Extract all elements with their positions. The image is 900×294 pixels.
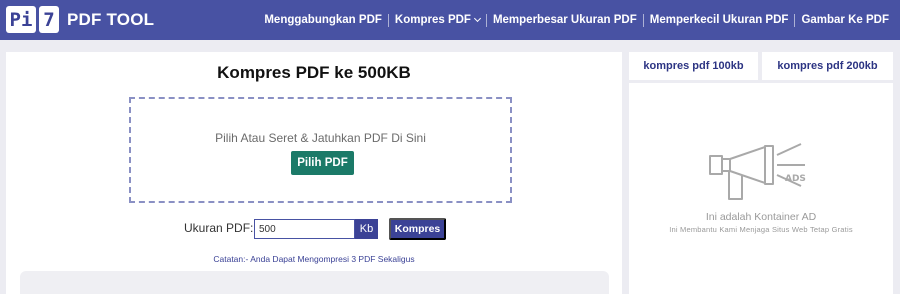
- nav-divider: [485, 13, 487, 27]
- page-title: Kompres PDF ke 500KB: [217, 63, 411, 82]
- note-text: Catatan:- Anda Dapat Mengompresi 3 PDF S…: [213, 254, 415, 264]
- ad-title: Ini adalah Kontainer AD: [705, 211, 817, 223]
- ad-subtitle: Ini Membantu Kami Menjaga Situs Web Teta…: [669, 225, 853, 234]
- ads-label: ADS: [785, 174, 806, 184]
- drop-zone-text: Pilih Atau Seret & Jatuhkan PDF Di Sini: [215, 131, 426, 145]
- nav-merge-pdf-label: Menggabungkan PDF: [264, 14, 382, 26]
- size-input[interactable]: [254, 219, 355, 239]
- compress-panel: Kompres PDF ke 500KB Pilih Atau Seret & …: [6, 52, 622, 294]
- nav-divider: [387, 13, 389, 27]
- nav-merge-pdf[interactable]: Menggabungkan PDF: [264, 14, 382, 26]
- nav-compress-pdf[interactable]: Kompres PDF: [394, 14, 481, 26]
- compress-button[interactable]: Kompres: [389, 218, 446, 240]
- logo-pi-box: Pi: [6, 6, 36, 33]
- link-compress-100kb[interactable]: kompres pdf 100kb: [629, 52, 758, 80]
- nav-compress-pdf-label: Kompres PDF: [394, 14, 471, 26]
- nav-reduce-pdf[interactable]: Memperkecil Ukuran PDF: [650, 14, 789, 26]
- nav-enlarge-pdf[interactable]: Memperbesar Ukuran PDF: [493, 14, 637, 26]
- logo-text: PDF TOOL: [67, 9, 155, 29]
- megaphone-icon: ADS: [709, 143, 806, 200]
- logo-seven-box: 7: [39, 6, 59, 33]
- size-row: Ukuran PDF: Kb Kompres: [6, 218, 622, 240]
- size-label: Ukuran PDF:: [184, 221, 254, 235]
- nav-image-to-pdf[interactable]: Gambar Ke PDF: [801, 14, 889, 26]
- top-header: Pi 7 PDF TOOL Menggabungkan PDF Kompres …: [0, 0, 900, 40]
- nav-reduce-pdf-label: Memperkecil Ukuran PDF: [649, 14, 789, 26]
- ad-container: ADS Ini adalah Kontainer AD Ini Membantu…: [629, 83, 893, 294]
- nav-divider: [642, 13, 644, 27]
- file-drop-zone[interactable]: Pilih Atau Seret & Jatuhkan PDF Di Sini …: [129, 97, 512, 203]
- pick-pdf-button[interactable]: Pilih PDF: [291, 151, 354, 175]
- results-panel: [20, 271, 609, 294]
- nav-divider: [794, 13, 796, 27]
- link-compress-200kb[interactable]: kompres pdf 200kb: [762, 52, 893, 80]
- chevron-down-icon: [473, 14, 481, 22]
- nav-enlarge-pdf-label: Memperbesar Ukuran PDF: [492, 14, 637, 26]
- main-nav: Menggabungkan PDF Kompres PDF Memperbesa…: [264, 0, 889, 40]
- nav-image-to-pdf-label: Gambar Ke PDF: [801, 14, 889, 26]
- site-logo[interactable]: Pi 7 PDF TOOL: [6, 6, 154, 33]
- unit-label: Kb: [355, 219, 378, 239]
